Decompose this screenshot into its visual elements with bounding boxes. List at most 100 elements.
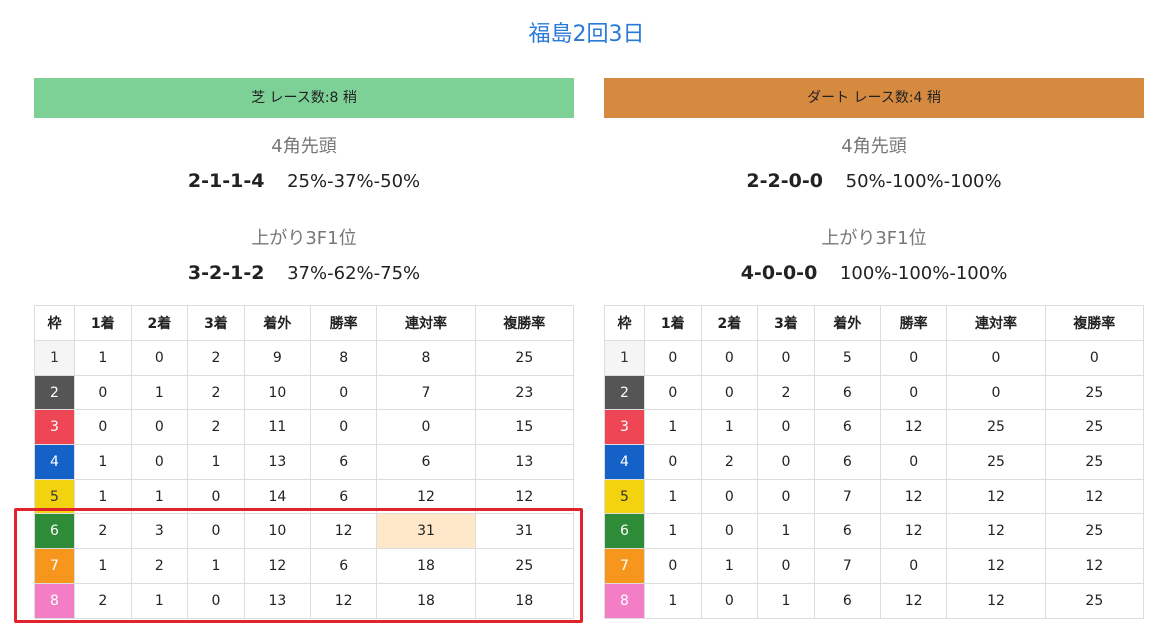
table-cell: 12 xyxy=(880,513,948,550)
column-header: 勝率 xyxy=(880,305,948,341)
table-cell: 0 xyxy=(644,340,702,376)
table-cell: 12 xyxy=(310,513,378,550)
frame-number-cell: 7 xyxy=(34,548,75,584)
table-cell: 0 xyxy=(880,340,948,376)
agari-first-percent: 37%-62%-75% xyxy=(287,263,421,284)
frame-number-cell: 8 xyxy=(604,582,645,619)
corner-lead-label: 4角先頭 xyxy=(841,136,907,157)
table-cell: 10 xyxy=(243,513,312,550)
table-row: 6 2 3 0 10 12 31 31 xyxy=(34,513,575,550)
table-row: 7 0 1 0 7 0 12 12 xyxy=(604,548,1145,584)
agari-first-counts: 3-2-1-2 xyxy=(187,262,265,284)
agari-first-label: 上がり3F1位 xyxy=(821,228,927,249)
corner-lead-counts: 2-1-1-4 xyxy=(187,170,265,192)
table-cell: 1 xyxy=(644,513,702,550)
table-cell: 31 xyxy=(474,513,575,550)
table-cell: 25 xyxy=(1044,374,1145,411)
table-cell: 0 xyxy=(880,548,948,584)
table-cell: 18 xyxy=(474,582,575,619)
column-header: 勝率 xyxy=(310,305,378,341)
table-cell: 0 xyxy=(757,444,815,480)
table-cell: 1 xyxy=(757,513,815,550)
column-header: 着外 xyxy=(813,305,882,341)
table-cell: 6 xyxy=(813,582,882,619)
table-cell: 6 xyxy=(376,444,476,480)
table-cell: 25 xyxy=(946,444,1046,480)
table-cell: 0 xyxy=(74,374,132,411)
table-cell: 0 xyxy=(757,478,815,515)
column-header: 着外 xyxy=(243,305,312,341)
table-cell: 2 xyxy=(187,409,245,446)
frame-number-cell: 5 xyxy=(604,478,645,515)
table-cell: 1 xyxy=(74,444,132,480)
table-cell: 3 xyxy=(130,513,189,550)
table-row: 4 0 2 0 6 0 25 25 xyxy=(604,444,1145,480)
table-cell: 0 xyxy=(700,478,759,515)
table-cell: 1 xyxy=(644,478,702,515)
table-cell: 13 xyxy=(474,444,575,480)
column-header: 枠 xyxy=(604,305,645,341)
frame-number-cell: 6 xyxy=(34,513,75,550)
table-cell: 31 xyxy=(376,513,476,550)
table-row: 6 1 0 1 6 12 12 25 xyxy=(604,513,1145,550)
table-cell: 0 xyxy=(130,444,189,480)
column-header: 3着 xyxy=(757,305,815,341)
table-cell: 11 xyxy=(243,409,312,446)
table-cell: 1 xyxy=(130,374,189,411)
frame-number-cell: 1 xyxy=(34,340,75,376)
table-cell: 13 xyxy=(243,444,312,480)
table-cell: 9 xyxy=(243,340,312,376)
table-cell: 0 xyxy=(187,582,245,619)
table-cell: 0 xyxy=(644,374,702,411)
table-cell: 0 xyxy=(130,409,189,446)
table-cell: 1 xyxy=(187,548,245,584)
table-cell: 10 xyxy=(243,374,312,411)
table-cell: 2 xyxy=(74,513,132,550)
table-cell: 0 xyxy=(310,374,378,411)
table-cell: 1 xyxy=(130,478,189,515)
table-cell: 0 xyxy=(700,374,759,411)
frame-number-cell: 4 xyxy=(604,444,645,480)
table-cell: 6 xyxy=(813,513,882,550)
agari-first-counts: 4-0-0-0 xyxy=(740,262,818,284)
table-cell: 0 xyxy=(757,340,815,376)
table-cell: 2 xyxy=(187,340,245,376)
table-row: 5 1 1 0 14 6 12 12 xyxy=(34,478,575,515)
column-header: 3着 xyxy=(187,305,245,341)
table-cell: 0 xyxy=(644,444,702,480)
corner-lead-percent: 50%-100%-100% xyxy=(845,171,1002,192)
page-title: 福島2回3日 xyxy=(528,22,645,47)
table-cell: 25 xyxy=(474,340,575,376)
table-cell: 2 xyxy=(757,374,815,411)
column-header: 2着 xyxy=(700,305,759,341)
corner-lead-value: 2-2-0-0 50%-100%-100% xyxy=(604,164,1144,198)
table-cell: 1 xyxy=(74,548,132,584)
table-cell: 0 xyxy=(644,548,702,584)
table-cell: 0 xyxy=(946,340,1046,376)
table-cell: 6 xyxy=(813,444,882,480)
table-cell: 0 xyxy=(757,548,815,584)
table-cell: 15 xyxy=(474,409,575,446)
table-cell: 12 xyxy=(880,478,948,515)
table-cell: 12 xyxy=(946,478,1046,515)
table-cell: 1 xyxy=(700,548,759,584)
dirt-frame-table: 枠 1着 2着 3着 着外 勝率 連対率 複勝率 1 0 0 0 5 0 0 0 2 0 0 2 6 0 0 25 3 1 1 0 6 1… xyxy=(604,305,1145,619)
table-cell: 12 xyxy=(376,478,476,515)
table-row: 5 1 0 0 7 12 12 12 xyxy=(604,478,1145,515)
table-cell: 0 xyxy=(700,340,759,376)
frame-number-cell: 7 xyxy=(604,548,645,584)
table-cell: 0 xyxy=(880,374,948,411)
table-cell: 0 xyxy=(700,582,759,619)
table-cell: 12 xyxy=(1044,548,1145,584)
table-cell: 2 xyxy=(130,548,189,584)
table-row: 2 0 0 2 6 0 0 25 xyxy=(604,374,1145,411)
table-cell: 12 xyxy=(243,548,312,584)
table-cell: 1 xyxy=(644,582,702,619)
table-cell: 2 xyxy=(74,582,132,619)
table-row: 10005000 xyxy=(604,340,1145,376)
table-cell: 12 xyxy=(1044,478,1145,515)
table-row: 3 1 1 0 6 12 25 25 xyxy=(604,409,1145,446)
frame-number-cell: 8 xyxy=(34,582,75,619)
table-cell: 0 xyxy=(880,444,948,480)
table-cell: 1 xyxy=(644,409,702,446)
